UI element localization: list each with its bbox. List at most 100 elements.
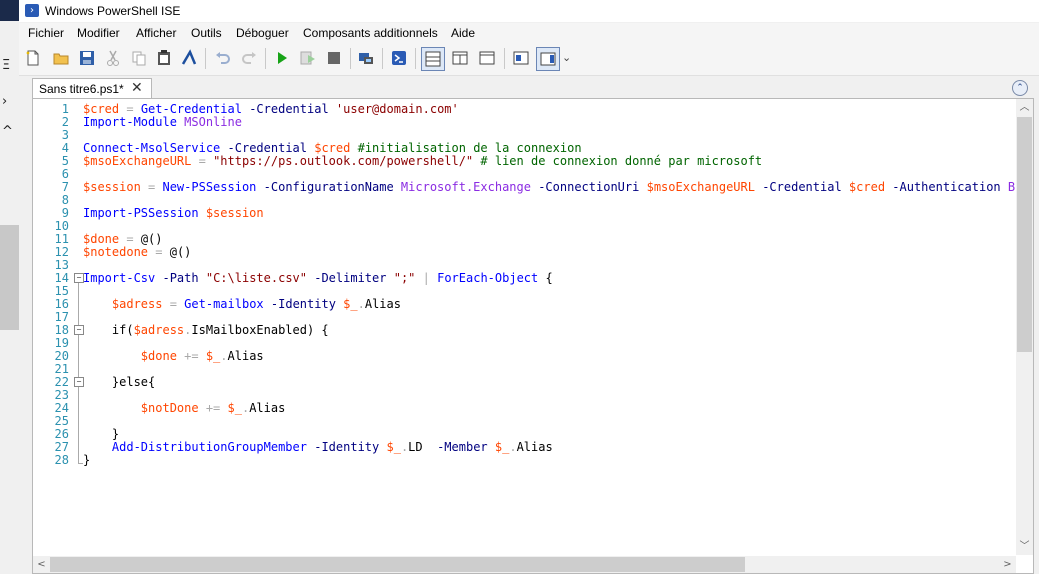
menu-afficher[interactable]: Afficher [136,26,176,40]
show-script-pane-right-button[interactable] [450,48,470,68]
code-token: $cred [83,102,120,116]
toolbar-separator [382,48,383,69]
scroll-down-icon[interactable]: ﹀ [1016,538,1033,555]
paste-button[interactable] [154,48,174,68]
horizontal-scrollbar[interactable]: < > [33,556,1016,573]
scroll-left-icon[interactable]: < [33,556,50,573]
console-prompt-icon [181,49,197,65]
scroll-up-icon[interactable]: ︿ [1016,99,1033,116]
code-token: | [422,271,430,285]
horizontal-scroll-thumb[interactable] [50,557,745,572]
menu-deboguer[interactable]: Déboguer [236,26,289,40]
new-script-button[interactable] [23,48,43,68]
code-token: = [191,154,214,168]
close-icon[interactable]: ✕ [131,80,143,96]
vertical-scroll-thumb[interactable] [1017,117,1032,352]
code-token: = [140,180,163,194]
code-line: Import-Module MSOnline [83,116,1018,129]
remote-powershell-icon [359,53,373,64]
show-script-pane-top-button[interactable] [421,47,445,71]
run-button[interactable] [272,48,292,68]
window-title: Windows PowerShell ISE [45,4,181,18]
script-editor[interactable]: 1 2 3 4 5 6 7 8 9 10 11 12 13 14 15 16 17 18 19 20 21 22 23 24 2… [32,98,1034,574]
code-token: } [83,453,91,467]
collapse-script-pane-icon[interactable]: ⌃ [1012,80,1028,96]
code-token: = [119,102,141,116]
new-script-icon [26,50,39,66]
code-token: $_ [205,349,221,363]
code-token: { [538,271,553,285]
code-token: = [148,245,170,259]
code-token: Microsoft.Exchange [400,180,531,194]
show-command-addon-icon [540,52,556,66]
copy-button[interactable] [129,48,149,68]
code-token: Import-PSSession [83,206,199,220]
code-token: Get-Credential [140,102,242,116]
toolbar-overflow-icon[interactable]: ⌄ [562,51,571,64]
code-line: $done = @() [83,233,1018,246]
menu-fichier[interactable]: Fichier [28,26,64,40]
vertical-scrollbar[interactable]: ︿ ﹀ [1016,99,1033,555]
code-token: $cred [314,141,351,155]
code-token: "C:\liste.csv" [205,271,307,285]
toolbar-separator [350,48,351,69]
scroll-right-icon[interactable]: > [999,556,1016,573]
code-token: $notDone [140,401,199,415]
show-command-addon-button[interactable] [536,47,560,71]
code-line: $session = New-PSSession -ConfigurationN… [83,181,1018,194]
save-button[interactable] [77,48,97,68]
undo-button[interactable] [213,48,233,68]
tab-label: Sans titre6.ps1* [39,82,124,96]
cut-icon [107,50,119,66]
code-token: $done [83,232,120,246]
menu-composants-additionnels[interactable]: Composants additionnels [303,26,438,40]
code-token: Alias [249,401,286,415]
powershell-ise-window: › Windows PowerShell ISE Fichier Modifie… [19,0,1039,574]
stop-icon [328,52,340,64]
remote-powershell-button[interactable] [356,48,376,68]
redo-button[interactable] [239,48,259,68]
tab-script[interactable]: Sans titre6.ps1* ✕ [32,78,152,100]
toolbar-separator [205,48,206,69]
run-selection-button[interactable] [298,48,318,68]
code-token: -Authentication [892,180,1001,194]
console-prompt-button[interactable] [179,48,199,68]
code-area[interactable]: $cred = Get-Credential -Credential 'user… [83,103,1018,467]
code-token: Alias [227,349,264,363]
code-token: @() [169,245,192,259]
code-token: $adress [133,323,185,337]
start-powershell-button[interactable] [389,48,409,68]
code-token: New-PSSession [162,180,257,194]
cut-button[interactable] [103,48,123,68]
line-number: 28 [54,453,69,467]
code-token: . [220,349,228,363]
toolbar-separator [504,48,505,69]
show-command-window-button[interactable] [511,48,531,68]
code-token: -Identity [314,440,380,454]
code-token: @() [140,232,163,246]
menu-outils[interactable]: Outils [191,26,222,40]
code-token: MSOnline [184,115,242,129]
code-line: } [83,454,1018,467]
code-line: Import-Csv -Path "C:\liste.csv" -Delimit… [83,272,1018,285]
copy-icon [132,51,146,66]
code-token: $session [83,180,141,194]
code-token: ";" [393,271,416,285]
show-script-pane-right-icon [452,51,468,65]
show-script-pane-max-icon [479,51,495,65]
open-button[interactable] [51,48,71,68]
menu-modifier[interactable]: Modifier [77,26,120,40]
show-script-pane-max-button[interactable] [477,48,497,68]
stop-button[interactable] [324,48,344,68]
menu-aide[interactable]: Aide [451,26,475,40]
